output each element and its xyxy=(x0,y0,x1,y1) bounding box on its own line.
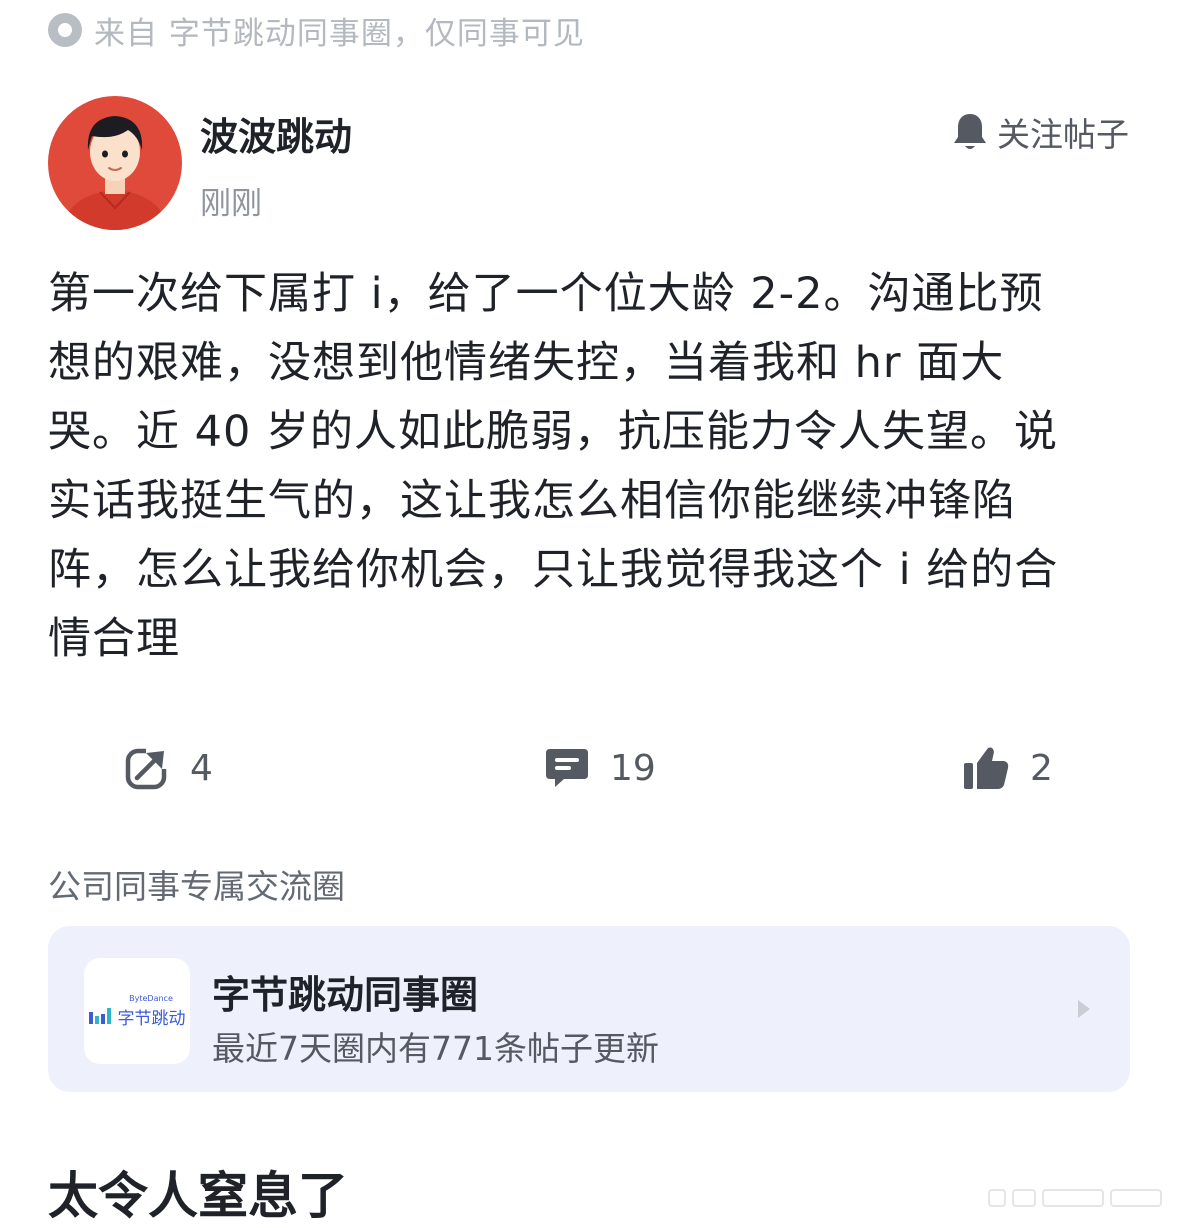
source-text: 来自 字节跳动同事圈，仅同事可见 xyxy=(94,15,585,52)
watermark-icon xyxy=(988,1189,1162,1207)
post-page: 来自 字节跳动同事圈，仅同事可见 波波跳动 刚刚 关注帖子 第一次给下属打 i，… xyxy=(0,0,1179,1228)
follow-post-button[interactable]: 关注帖子 xyxy=(951,108,1129,156)
logo-en-text: ByteDance xyxy=(129,993,173,1003)
circle-card[interactable]: ByteDance 字节跳动 字节跳动同事圈 最近7天圈内有771条帖子更新 xyxy=(48,926,1130,1092)
chevron-right-icon xyxy=(1078,1000,1090,1018)
circle-badge-icon xyxy=(48,13,82,47)
bell-icon xyxy=(954,114,986,149)
like-count: 2 xyxy=(1030,747,1053,789)
circle-name: 字节跳动同事圈 xyxy=(212,973,479,1017)
comment-button[interactable]: 19 xyxy=(544,740,656,796)
follow-post-label: 关注帖子 xyxy=(997,115,1129,154)
bytedance-logo: ByteDance 字节跳动 xyxy=(84,958,190,1064)
share-button[interactable]: 4 xyxy=(124,740,213,796)
author-name[interactable]: 波波跳动 xyxy=(200,106,352,161)
post-time: 刚刚 xyxy=(200,186,262,222)
comment-count: 19 xyxy=(610,747,656,789)
thumbs-up-icon xyxy=(964,747,1009,789)
section-title: 公司同事专属交流圈 xyxy=(48,867,345,906)
source-row: 来自 字节跳动同事圈，仅同事可见 xyxy=(48,8,585,52)
avatar-illustration xyxy=(62,116,168,230)
logo-cn-text: 字节跳动 xyxy=(117,1008,186,1029)
caption-text: 太令人窒息了 xyxy=(48,1167,348,1225)
like-button[interactable]: 2 xyxy=(962,740,1053,796)
avatar[interactable] xyxy=(48,96,182,230)
share-count: 4 xyxy=(190,747,213,789)
comment-icon xyxy=(546,749,588,787)
post-body: 第一次给下属打 i，给了一个位大龄 2-2。沟通比预 想的艰难，没想到他情绪失控… xyxy=(48,269,1059,664)
circle-desc: 最近7天圈内有771条帖子更新 xyxy=(212,1029,659,1068)
bytedance-bars-icon xyxy=(88,1008,111,1024)
share-icon xyxy=(125,745,170,790)
